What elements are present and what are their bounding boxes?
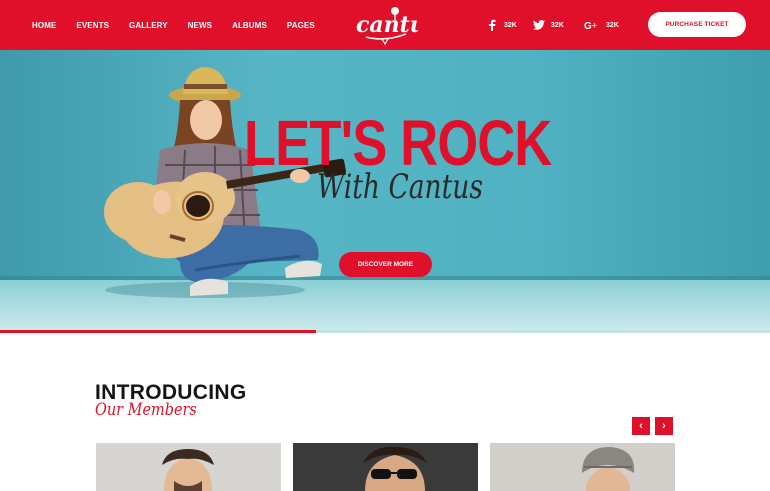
hero-subtitle: With Cantus <box>317 167 483 207</box>
member-photo <box>490 443 675 491</box>
discover-more-button[interactable]: DISCOVER MORE <box>339 252 432 277</box>
slider-progress-fill <box>0 330 316 333</box>
member-card[interactable] <box>490 443 675 491</box>
hero-banner: LET'S ROCK With Cantus DISCOVER MORE <box>0 50 770 333</box>
google-plus-count: 32K <box>606 21 619 29</box>
member-photo <box>293 443 478 491</box>
twitter-icon <box>533 19 545 31</box>
nav-news[interactable]: NEWS <box>188 21 212 30</box>
site-header: HOME EVENTS GALLERY NEWS ALBUMS PAGES ca… <box>0 0 770 50</box>
members-section-subtitle: Our Members <box>95 400 197 420</box>
svg-text:+: + <box>592 21 597 30</box>
members-prev-button[interactable]: ‹ <box>632 417 650 435</box>
chevron-right-icon: › <box>662 420 666 432</box>
member-card[interactable] <box>96 443 281 491</box>
svg-text:G: G <box>584 21 592 30</box>
chevron-left-icon: ‹ <box>639 420 643 432</box>
nav-albums[interactable]: ALBUMS <box>232 21 267 30</box>
purchase-ticket-button[interactable]: PURCHASE TICKET <box>648 12 746 37</box>
twitter-link[interactable]: 32K <box>533 0 564 50</box>
cantus-logo[interactable]: cantus <box>352 6 438 46</box>
hero-title: LET'S ROCK <box>244 107 552 179</box>
google-plus-icon: G + <box>584 19 600 31</box>
member-card[interactable] <box>293 443 478 491</box>
main-nav: HOME EVENTS GALLERY NEWS ALBUMS PAGES <box>32 0 335 50</box>
svg-text:cantus: cantus <box>356 12 418 38</box>
facebook-link[interactable]: 32K <box>486 0 517 50</box>
facebook-count: 32K <box>504 21 517 29</box>
member-photo <box>96 443 281 491</box>
nav-home[interactable]: HOME <box>32 21 56 30</box>
nav-events[interactable]: EVENTS <box>76 21 109 30</box>
google-plus-link[interactable]: G + 32K <box>584 0 619 50</box>
nav-gallery[interactable]: GALLERY <box>129 21 168 30</box>
twitter-count: 32K <box>551 21 564 29</box>
facebook-icon <box>486 19 498 31</box>
nav-pages[interactable]: PAGES <box>287 21 315 30</box>
slider-progress-bar <box>0 330 770 333</box>
members-next-button[interactable]: › <box>655 417 673 435</box>
